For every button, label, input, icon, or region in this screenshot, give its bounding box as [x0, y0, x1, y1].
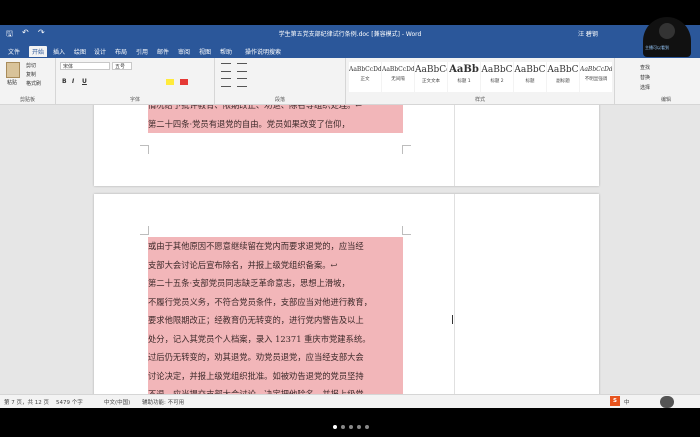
page-2-margin-line — [454, 194, 455, 394]
font-group: 宋体 五号 B I U 字体 — [56, 58, 215, 104]
editing-group: 查找 替换 选择 编辑 — [632, 58, 700, 104]
paragraph-group: 段落 — [215, 58, 346, 104]
style-title[interactable]: AaBbC 标题 — [514, 62, 546, 92]
tab-file[interactable]: 文件 — [8, 47, 20, 56]
tab-references[interactable]: 引用 — [136, 47, 148, 56]
clipboard-group: 粘贴 剪切 复制 格式刷 剪贴板 — [0, 58, 56, 104]
clipboard-label: 剪贴板 — [19, 97, 35, 103]
tab-draw[interactable]: 绘图 — [74, 47, 86, 56]
align-center-icon[interactable] — [237, 78, 247, 87]
font-color-icon[interactable] — [180, 79, 188, 85]
language[interactable]: 中文(中国) — [104, 398, 130, 406]
highlight-color-icon[interactable] — [166, 79, 174, 85]
find-button[interactable]: 查找 — [640, 64, 650, 71]
tab-review[interactable]: 审阅 — [178, 47, 190, 56]
tab-design[interactable]: 设计 — [94, 47, 106, 56]
styles-group: AaBbCcDd正文 AaBbCcDd无间隔 AaBbCc正文文本 AaBb标题… — [346, 58, 615, 104]
tell-me-search[interactable]: 操作说明搜索 — [245, 47, 281, 56]
bold-button[interactable]: B — [62, 78, 67, 85]
crop-mark — [140, 145, 149, 154]
document-area[interactable]: 情况给予批评教育、限期改正、劝退、除名等组织处理。↩ 第二十四条·党员有退党的自… — [0, 105, 700, 394]
style-no-spacing[interactable]: AaBbCcDd 无间隔 — [382, 62, 414, 92]
crop-mark — [140, 226, 149, 235]
ime-mode[interactable]: 中 — [624, 398, 630, 406]
word-count[interactable]: 5479 个字 — [56, 398, 83, 406]
ime-icon[interactable]: S — [610, 396, 620, 406]
select-button[interactable]: 选择 — [640, 84, 650, 91]
cut-button[interactable]: 剪切 — [26, 62, 36, 69]
page-1-margin-line — [454, 105, 455, 186]
editing-label: 编辑 — [660, 97, 671, 103]
page-count[interactable]: 第 7 页，共 12 页 — [4, 398, 49, 406]
style-subtle-emphasis[interactable]: AaBbCcDd 不明显强调 — [580, 62, 612, 92]
style-heading-2[interactable]: AaBbC 标题 2 — [481, 62, 513, 92]
font-label: 字体 — [129, 97, 140, 103]
tab-mailings[interactable]: 邮件 — [157, 47, 169, 56]
pager-dot[interactable] — [349, 425, 353, 429]
page-1-text[interactable]: 情况给予批评教育、限期改正、劝退、除名等组织处理。↩ 第二十四条·党员有退党的自… — [148, 105, 403, 133]
title-bar: 🖫 ↶ ↷ 学生第五党支部纪律试行条例.doc [兼容模式] - Word 汪 … — [0, 25, 700, 44]
format-painter-button[interactable]: 格式刷 — [26, 80, 41, 87]
status-bar: 第 7 页，共 12 页 5479 个字 中文(中国) 辅助功能: 不可用 S … — [0, 394, 700, 409]
webcam-caption: 主播可以看到 — [645, 45, 669, 50]
style-normal[interactable]: AaBbCcDd 正文 — [349, 62, 381, 92]
paragraph-label: 段落 — [274, 97, 285, 103]
replace-button[interactable]: 替换 — [640, 74, 650, 81]
underline-button[interactable]: U — [82, 78, 87, 85]
italic-button[interactable]: I — [72, 78, 74, 85]
styles-label: 样式 — [474, 97, 485, 103]
pager-dot[interactable] — [365, 425, 369, 429]
font-name-select[interactable]: 宋体 — [60, 62, 110, 70]
style-body-text[interactable]: AaBbCc正文文本 — [415, 62, 447, 92]
font-size-select[interactable]: 五号 — [112, 62, 132, 70]
paste-icon — [6, 62, 20, 78]
webcam-overlay: 主播可以看到 — [643, 17, 691, 57]
ribbon-tabs: 文件 开始 插入 绘图 设计 布局 引用 邮件 审阅 视图 帮助 操作说明搜索 — [0, 44, 700, 58]
pager-dot[interactable] — [357, 425, 361, 429]
bottom-bar — [0, 408, 700, 437]
paste-button[interactable]: 粘贴 — [7, 79, 17, 86]
crop-mark — [402, 226, 411, 235]
tab-layout[interactable]: 布局 — [115, 47, 127, 56]
style-subtitle[interactable]: AaBbC 副标题 — [547, 62, 579, 92]
tab-help[interactable]: 帮助 — [220, 47, 232, 56]
tab-view[interactable]: 视图 — [199, 47, 211, 56]
accessibility-status[interactable]: 辅助功能: 不可用 — [142, 398, 184, 406]
crop-mark — [402, 145, 411, 154]
style-heading-1[interactable]: AaBb 标题 1 — [448, 62, 480, 92]
ribbon: 粘贴 剪切 复制 格式刷 剪贴板 宋体 五号 B I U 字体 段落 AaBbC… — [0, 58, 700, 105]
numbering-icon[interactable] — [237, 63, 247, 72]
pager-dot[interactable] — [341, 425, 345, 429]
pager-dot[interactable] — [333, 425, 337, 429]
avatar — [659, 23, 675, 39]
text-cursor — [452, 315, 453, 324]
bullets-icon[interactable] — [221, 63, 231, 72]
align-left-icon[interactable] — [221, 78, 231, 87]
copy-button[interactable]: 复制 — [26, 71, 36, 78]
page-2-text[interactable]: 或由于其他原因不愿意继续留在党内而要求退党的，应当经 支部大会讨论后宣布除名，并… — [148, 237, 403, 394]
user-name[interactable]: 汪 碧钢 — [578, 29, 598, 38]
microphone-icon[interactable] — [660, 396, 674, 408]
tab-insert[interactable]: 插入 — [53, 47, 65, 56]
tab-home[interactable]: 开始 — [29, 46, 48, 57]
